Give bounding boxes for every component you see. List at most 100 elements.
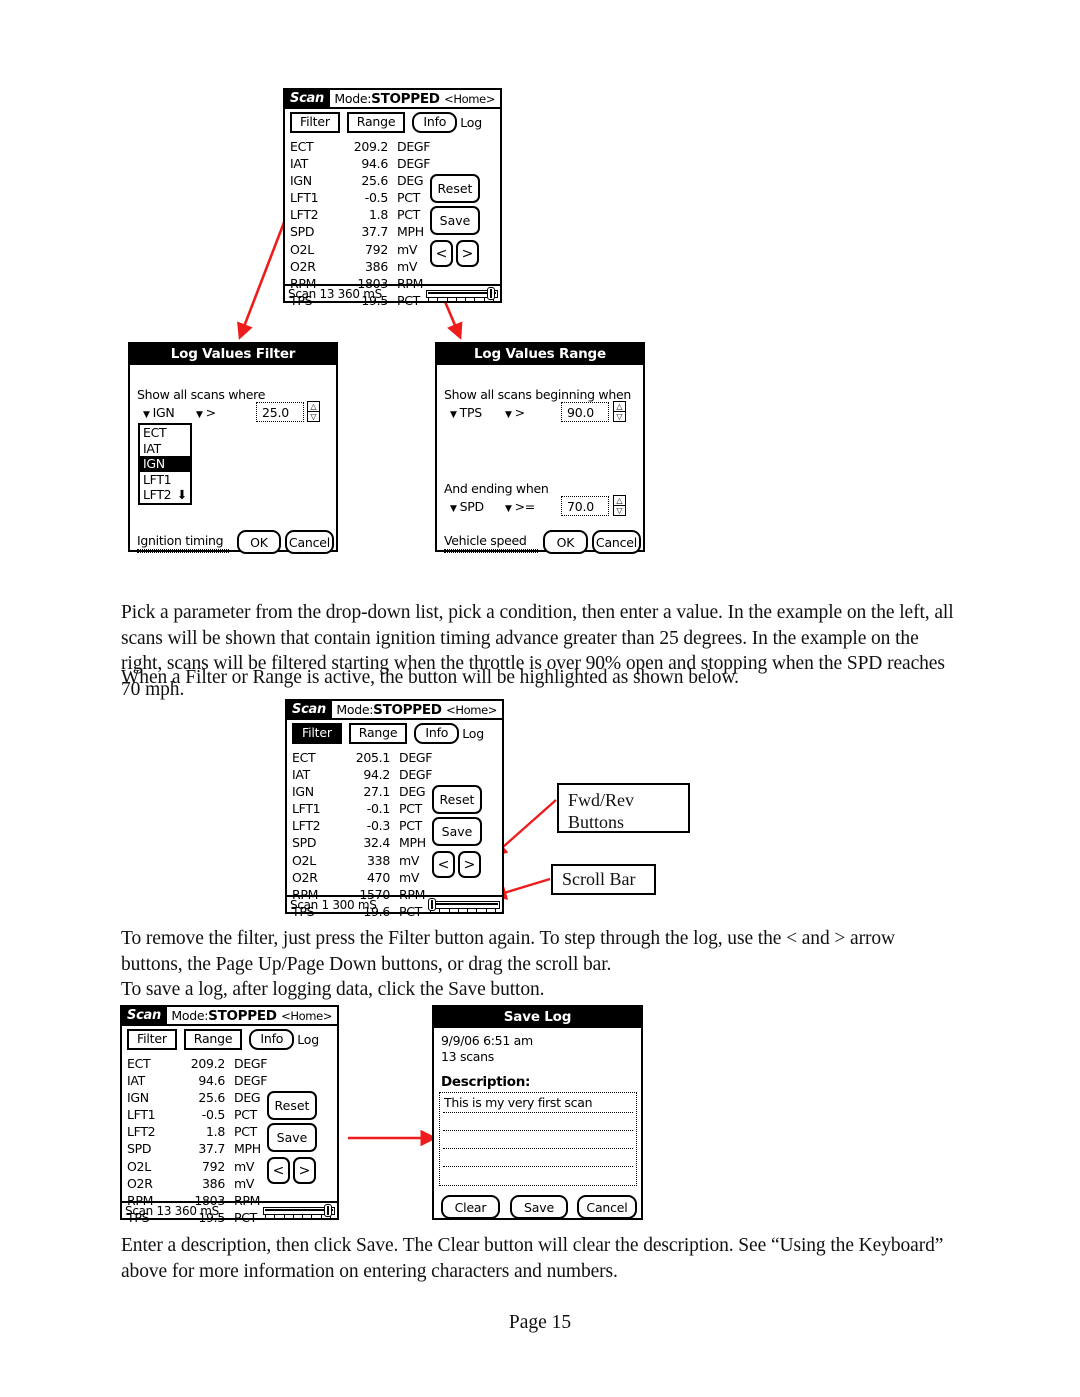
list-item-selected[interactable]: IGN: [140, 456, 190, 472]
home-link[interactable]: <Home>: [446, 701, 502, 718]
scan-status-text: Scan 1 300 mS: [290, 897, 377, 912]
stepper-down-icon[interactable]: ▽: [614, 505, 625, 515]
prev-button[interactable]: <: [432, 851, 455, 878]
list-item[interactable]: LFT2 ⬇: [140, 487, 190, 503]
scroll-down-icon[interactable]: ⬇: [177, 487, 187, 503]
save-button[interactable]: Save: [430, 206, 480, 235]
list-item[interactable]: ECT: [140, 425, 190, 441]
scan-status-text: Scan 13 360 mS: [125, 1203, 219, 1218]
info-button[interactable]: Info: [249, 1028, 295, 1050]
info-button[interactable]: Info: [412, 111, 458, 133]
help-text-second-line: [444, 552, 538, 553]
dialog-body: Show all scans where ▼ IGN ▼ > 25.0 △ ▽ EC…: [130, 365, 336, 554]
range-button[interactable]: Range: [348, 722, 408, 744]
filter-value-field[interactable]: 25.0: [256, 402, 304, 422]
toolbar: Filter Range Info Log: [285, 109, 500, 135]
stepper-up-icon[interactable]: △: [614, 402, 625, 411]
begin-value-stepper[interactable]: △ ▽: [613, 401, 626, 422]
description-rule: [443, 1112, 633, 1113]
reset-button[interactable]: Reset: [430, 174, 480, 203]
param-value: 386: [365, 258, 388, 274]
filter-button[interactable]: Filter: [127, 1028, 177, 1050]
mode-prefix: Mode:: [334, 91, 372, 106]
reset-button[interactable]: Reset: [432, 785, 482, 814]
next-button[interactable]: >: [293, 1157, 316, 1184]
filter-ok-button[interactable]: OK: [237, 530, 281, 554]
save-log-save-button[interactable]: Save: [510, 1195, 568, 1219]
begin-condition-dropdown[interactable]: ▼ >: [505, 405, 525, 420]
scroll-bar[interactable]: [263, 1204, 335, 1218]
list-item[interactable]: IAT: [140, 441, 190, 457]
stepper-up-icon[interactable]: △: [614, 496, 625, 505]
param-unit: DEGF: [234, 1056, 268, 1071]
app-tab-scan[interactable]: Scan: [285, 90, 330, 107]
prev-button[interactable]: <: [430, 240, 453, 267]
next-button[interactable]: >: [458, 851, 481, 878]
param-list[interactable]: ECT IAT IGN LFT1 LFT2 ⬇: [138, 423, 192, 505]
chevron-down-icon: ▼: [450, 410, 457, 420]
value-stepper[interactable]: △ ▽: [307, 401, 320, 422]
mode-prefix: Mode:: [171, 1008, 209, 1023]
range-ok-button[interactable]: OK: [543, 530, 588, 554]
param-value: 209.2: [190, 1056, 226, 1071]
save-log-cancel-button[interactable]: Cancel: [577, 1195, 637, 1219]
app-tab-scan[interactable]: Scan: [287, 701, 332, 718]
app-tab-scan[interactable]: Scan: [122, 1007, 167, 1024]
param-value: 94.6: [198, 1073, 225, 1089]
reset-button[interactable]: Reset: [267, 1091, 317, 1120]
param-unit: PCT: [399, 818, 423, 834]
callout-scroll-bar: Scroll Bar: [551, 864, 656, 895]
prev-button[interactable]: <: [267, 1157, 290, 1184]
info-button[interactable]: Info: [414, 722, 460, 744]
next-button[interactable]: >: [456, 240, 479, 267]
filter-button-active[interactable]: Filter: [292, 722, 342, 744]
home-link[interactable]: <Home>: [281, 1007, 337, 1024]
mode-value: STOPPED: [373, 701, 442, 718]
table-row: IGN 25.6 DEG: [127, 1089, 275, 1106]
stepper-down-icon[interactable]: ▽: [308, 411, 319, 421]
home-link[interactable]: <Home>: [444, 90, 500, 107]
log-label: Log: [460, 114, 482, 130]
end-value-stepper[interactable]: △ ▽: [613, 495, 626, 516]
condition-dropdown[interactable]: ▼ >: [196, 405, 216, 420]
filter-cancel-button[interactable]: Cancel: [285, 530, 334, 554]
param-value: 25.6: [361, 173, 388, 189]
param-name: O2R: [290, 258, 316, 274]
param-unit: PCT: [399, 801, 423, 817]
param-unit: DEGF: [397, 139, 431, 154]
scroll-bar[interactable]: [426, 287, 498, 301]
range-begin-prompt: Show all scans beginning when: [444, 387, 631, 402]
description-rule: [443, 1148, 633, 1149]
list-item[interactable]: LFT1: [140, 472, 190, 488]
end-condition-dropdown[interactable]: ▼ >=: [505, 499, 535, 514]
stepper-up-icon[interactable]: △: [308, 402, 319, 411]
param-name: IGN: [127, 1090, 149, 1106]
save-button[interactable]: Save: [267, 1123, 317, 1152]
param-dropdown[interactable]: ▼ IGN: [143, 405, 175, 420]
description-rule: [443, 1166, 633, 1167]
scroll-bar[interactable]: [428, 898, 500, 912]
begin-value-field[interactable]: 90.0: [561, 402, 609, 422]
range-button[interactable]: Range: [183, 1028, 243, 1050]
range-cancel-button[interactable]: Cancel: [592, 530, 641, 554]
end-value-field[interactable]: 70.0: [561, 496, 609, 516]
range-button[interactable]: Range: [346, 111, 406, 133]
save-button[interactable]: Save: [432, 817, 482, 846]
param-unit: MPH: [397, 224, 424, 240]
scroll-thumb[interactable]: [324, 1204, 332, 1217]
table-row: IAT 94.6 DEGF: [290, 155, 438, 172]
begin-param-dropdown[interactable]: ▼ TPS: [450, 405, 482, 420]
stepper-down-icon[interactable]: ▽: [614, 411, 625, 421]
end-param-dropdown[interactable]: ▼ SPD: [450, 499, 484, 514]
table-row: O2L 792 mV: [290, 241, 438, 258]
clear-button[interactable]: Clear: [441, 1195, 500, 1219]
filter-button[interactable]: Filter: [290, 111, 340, 133]
log-values-filter-dialog: Log Values Filter Show all scans where ▼…: [128, 342, 338, 554]
param-name: IGN: [292, 784, 314, 800]
scroll-thumb[interactable]: [487, 287, 495, 300]
description-input[interactable]: This is my very first scan: [439, 1092, 637, 1186]
scroll-thumb[interactable]: [428, 898, 436, 911]
dialog-body: 9/9/06 6:51 am 13 scans Description: Thi…: [434, 1028, 641, 1219]
param-unit: PCT: [397, 207, 421, 223]
param-name: LFT2: [290, 207, 319, 223]
